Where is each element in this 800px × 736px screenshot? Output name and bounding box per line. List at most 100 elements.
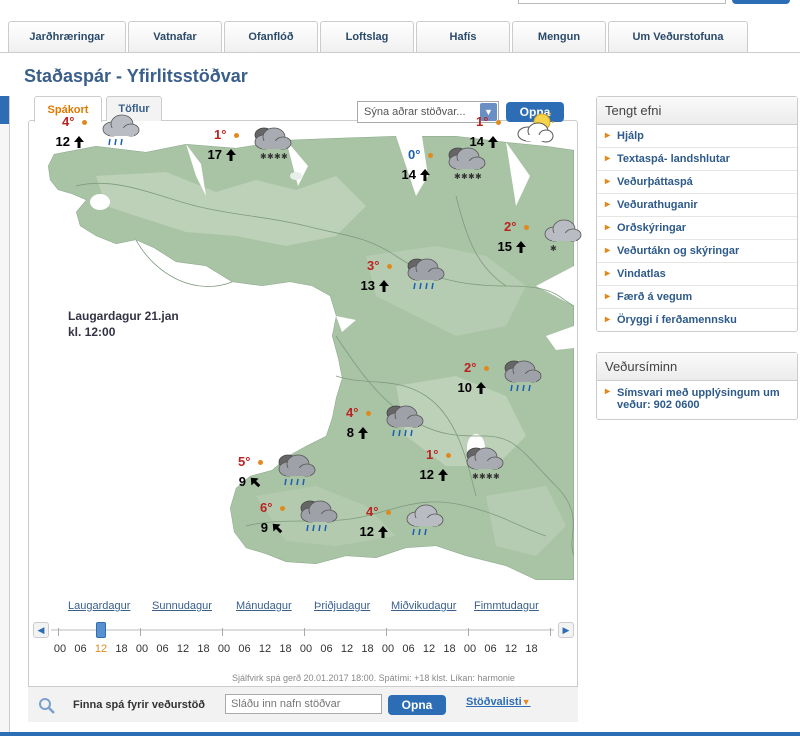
svg-text:✱: ✱ [281, 152, 288, 161]
hour-label[interactable]: 06 [481, 643, 501, 655]
nav-tab-pollution[interactable]: Mengun [512, 21, 606, 52]
weather-phone-box: Veðursíminn Símsvari með upplýsingum um … [596, 352, 798, 420]
station-temperature: 0° [408, 147, 421, 162]
nav-tab-about[interactable]: Um Veðurstofuna [608, 21, 748, 52]
day-link[interactable]: Miðvikudagur [391, 600, 456, 612]
top-search-button[interactable] [732, 0, 790, 4]
svg-text:✱: ✱ [454, 172, 461, 181]
hour-label[interactable]: 12 [91, 643, 111, 655]
day-link[interactable]: Sunnudagur [152, 600, 212, 612]
forecast-meta: Sjálfvirk spá gerð 20.01.2017 18:00. Spá… [232, 673, 515, 683]
hour-label[interactable]: 06 [235, 643, 255, 655]
wind-arrow-icon [438, 469, 448, 481]
station-dot [258, 460, 263, 465]
hour-label[interactable]: 00 [378, 643, 398, 655]
day-link[interactable]: Laugardagur [68, 600, 130, 612]
station-wind-speed: 12 [419, 467, 434, 482]
related-link[interactable]: Hjálp [597, 125, 797, 148]
station-wind-speed: 8 [346, 425, 354, 440]
hour-label[interactable]: 06 [71, 643, 91, 655]
station-temperature: 2° [504, 219, 517, 234]
hour-label[interactable]: 12 [337, 643, 357, 655]
station-wind-speed: 17 [207, 147, 222, 162]
station-wind-speed: 12 [55, 134, 70, 149]
day-tick [468, 628, 469, 636]
sleet-cloud-icon: ✱ [544, 219, 582, 253]
page-title: Staðaspár - Yfirlitsstöðvar [24, 66, 248, 86]
station-list-link[interactable]: Stöðvalisti▼ [466, 696, 531, 708]
nav-tab-sea-ice[interactable]: Hafís [416, 21, 510, 52]
hour-label[interactable]: 00 [296, 643, 316, 655]
snow-cloud-icon: ✱ ✱ ✱ ✱ [254, 127, 292, 161]
station-search-input[interactable] [225, 694, 382, 714]
wind-arrow-icon [420, 169, 430, 182]
related-link[interactable]: Veðurathuganir [597, 194, 797, 217]
station-wind-speed: 12 [359, 524, 374, 539]
day-tick [140, 628, 141, 636]
related-link[interactable]: Orðskýringar [597, 217, 797, 240]
day-labels: Laugardagur Sunnudagur Mánudagur Þriðjud… [48, 600, 548, 616]
heavy-rain-icon [300, 500, 338, 532]
related-link[interactable]: Veðurþáttaspá [597, 171, 797, 194]
station-temperature: 6° [260, 500, 273, 515]
hour-label[interactable]: 18 [194, 643, 214, 655]
wind-arrow-icon [476, 382, 486, 394]
slider-right-button[interactable]: ▶ [558, 622, 574, 638]
forecast-datetime: Laugardagur 21.jan kl. 12:00 [68, 308, 179, 340]
svg-text:✱: ✱ [468, 172, 475, 181]
hour-label[interactable]: 18 [276, 643, 296, 655]
slider-thumb[interactable] [96, 622, 106, 638]
hour-label[interactable]: 00 [460, 643, 480, 655]
day-link[interactable]: Fimmtudagur [474, 600, 539, 612]
find-open-button[interactable]: Opna [388, 695, 446, 715]
station-wind-speed: 14 [469, 134, 484, 149]
station-wind-speed: 14 [401, 167, 416, 182]
station-temperature: 4° [346, 405, 359, 420]
station-dot [428, 153, 433, 158]
station-dot [484, 366, 489, 371]
day-link[interactable]: Þriðjudagur [314, 600, 370, 612]
hour-label[interactable]: 00 [132, 643, 152, 655]
day-tick [550, 628, 551, 636]
top-search-input[interactable] [518, 0, 726, 4]
search-icon [39, 698, 55, 714]
hour-label[interactable]: 00 [214, 643, 234, 655]
svg-text:✱: ✱ [260, 152, 267, 161]
hour-label[interactable]: 12 [173, 643, 193, 655]
hour-label[interactable]: 18 [112, 643, 132, 655]
related-link[interactable]: Textaspá- landshlutar [597, 148, 797, 171]
nav-tab-avalanches[interactable]: Ofanflóð [224, 21, 318, 52]
hour-label[interactable]: 12 [419, 643, 439, 655]
slider-left-button[interactable]: ◀ [33, 622, 49, 638]
related-link[interactable]: Vindatlas [597, 263, 797, 286]
day-tick [386, 628, 387, 636]
hour-label[interactable]: 12 [501, 643, 521, 655]
related-title: Tengt efni [597, 97, 797, 125]
svg-text:✱: ✱ [479, 472, 486, 481]
wind-arrow-icon [378, 526, 388, 538]
hour-label[interactable]: 18 [358, 643, 378, 655]
hour-label[interactable]: 06 [153, 643, 173, 655]
nav-tab-earthquakes[interactable]: Jarðhræringar [8, 21, 126, 52]
weather-phone-link[interactable]: Símsvari með upplýsingum um veður: 902 0… [597, 381, 797, 419]
main-nav: Jarðhræringar Vatnafar Ofanflóð Loftslag… [8, 21, 750, 53]
related-link[interactable]: Veðurtákn og skýringar [597, 240, 797, 263]
related-link[interactable]: Færð á vegum [597, 286, 797, 309]
nav-tab-hydrology[interactable]: Vatnafar [128, 21, 222, 52]
hour-label[interactable]: 00 [50, 643, 70, 655]
related-link[interactable]: Öryggi í ferðamennsku [597, 309, 797, 331]
hour-label[interactable]: 06 [317, 643, 337, 655]
station-temperature: 4° [62, 114, 75, 129]
wind-arrow-icon [74, 136, 84, 148]
hour-label[interactable]: 06 [399, 643, 419, 655]
hour-label[interactable]: 12 [255, 643, 275, 655]
nav-tab-climate[interactable]: Loftslag [320, 21, 414, 52]
left-sidebar-edge [0, 96, 10, 736]
slider-track[interactable] [51, 629, 554, 631]
day-link[interactable]: Mánudagur [236, 600, 292, 612]
hour-label[interactable]: 18 [440, 643, 460, 655]
hour-label[interactable]: 18 [522, 643, 542, 655]
wind-arrow-icon [488, 136, 498, 148]
forecast-date: Laugardagur 21.jan [68, 309, 179, 323]
heavy-rain-icon [278, 454, 316, 486]
